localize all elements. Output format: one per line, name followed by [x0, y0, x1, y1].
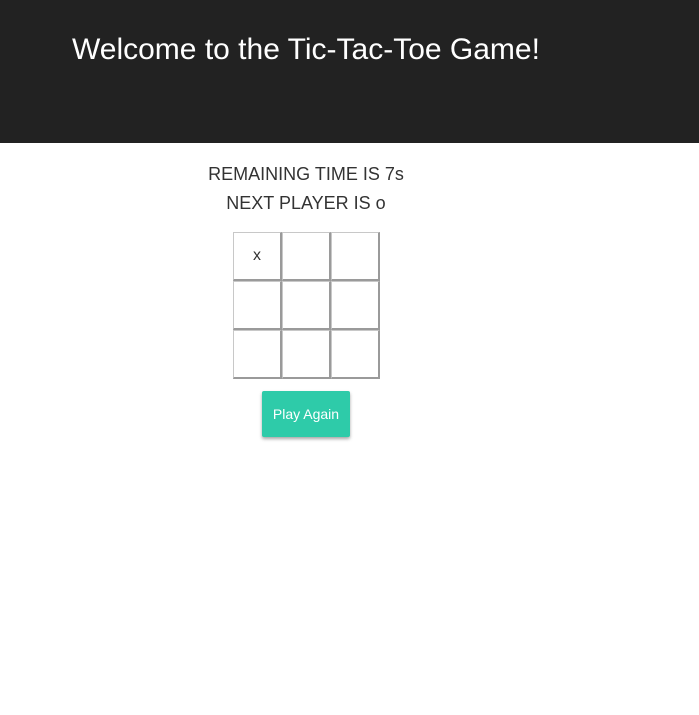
board-cell-3[interactable]: [331, 232, 380, 281]
board-cell-8[interactable]: [282, 330, 331, 379]
next-player-status: NEXT PLAYER IS o: [226, 193, 386, 213]
board-cell-4[interactable]: [233, 281, 282, 330]
board-cell-9[interactable]: [331, 330, 380, 379]
remaining-time-status: REMAINING TIME IS 7s: [208, 164, 404, 184]
board-cell-7[interactable]: [233, 330, 282, 379]
board-cell-6[interactable]: [331, 281, 380, 330]
board-cell-2[interactable]: [282, 232, 331, 281]
page-title: Welcome to the Tic-Tac-Toe Game!: [72, 33, 540, 66]
play-again-button[interactable]: Play Again: [262, 391, 350, 437]
board-cell-1[interactable]: x: [233, 232, 282, 281]
page-header: Welcome to the Tic-Tac-Toe Game!: [0, 0, 699, 143]
game-board: x: [233, 232, 380, 379]
board-cell-5[interactable]: [282, 281, 331, 330]
